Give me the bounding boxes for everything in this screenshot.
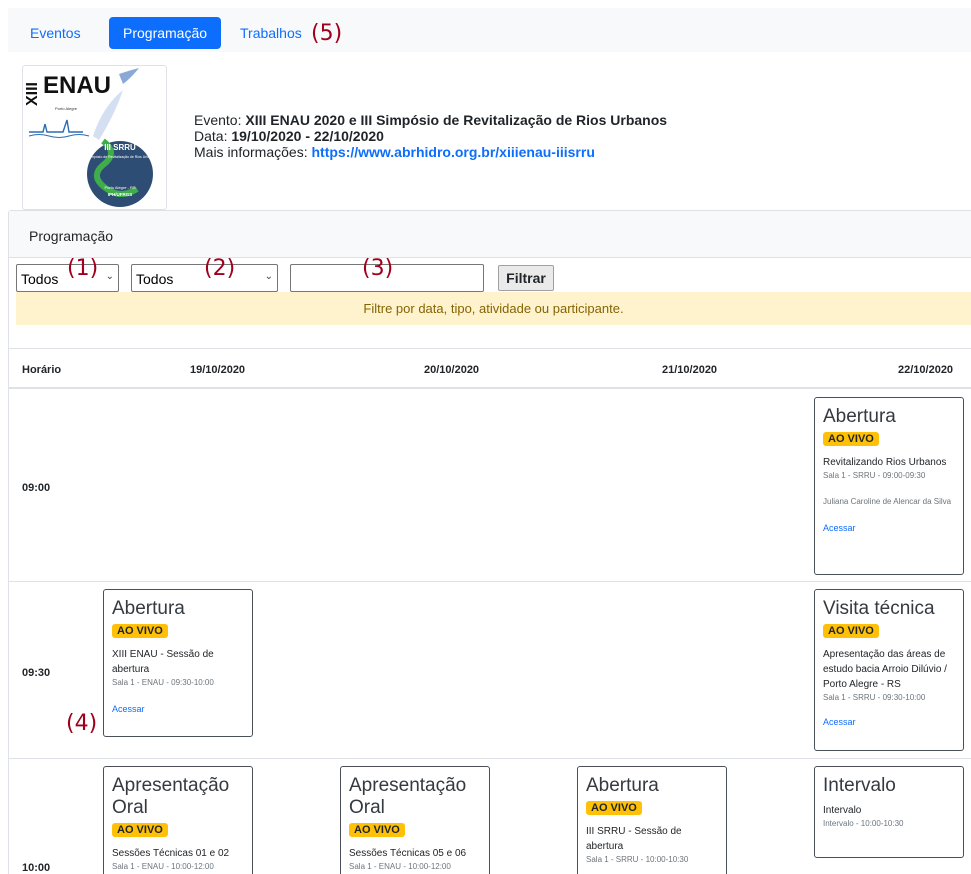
annotation-5: (5) [311,21,343,46]
live-badge: AO VIVO [823,624,879,638]
event-card-title: Apresentação Oral [349,775,467,818]
programacao-title: Programação [29,228,114,244]
time-slot-0900: 09:00 [22,482,51,494]
event-card-title: Abertura [586,775,659,796]
event-card-participant: Juliana Caroline de Alencar da Silva [823,497,952,506]
event-card-activity: Sessões Técnicas 05 e 06 [349,848,467,859]
annotation-1: (1) [67,256,99,281]
event-card: Abertura AO VIVO XIII ENAU - Sessão de a… [103,589,253,737]
table-top-divider [8,348,971,349]
logo-badge-sub: III Simpósio de Revitalização de Rios Ur… [84,155,156,159]
access-link[interactable]: Acessar [823,523,955,533]
row-divider [8,758,971,759]
access-link[interactable]: Acessar [112,704,244,714]
live-badge: AO VIVO [823,432,879,446]
event-card-title: Apresentação Oral [112,775,230,818]
tab-trabalhos[interactable]: Trabalhos [240,17,302,49]
tab-eventos[interactable]: Eventos [30,17,81,49]
event-card-activity: III SRRU - Sessão de abertura [586,826,682,852]
event-name: XIII ENAU 2020 e III Simpósio de Revital… [245,112,668,128]
event-card-meta: Sala 1 - SRRU - 09:00-09:30 [823,471,926,480]
event-card-meta: Sala 1 - SRRU - 09:30-10:00 [823,693,926,702]
top-nav: Eventos Programação Trabalhos [8,8,971,52]
event-card: Visita técnica AO VIVO Apresentação das … [814,589,964,751]
tab-programacao[interactable]: Programação [109,17,222,49]
annotation-2: (2) [204,256,236,281]
live-badge: AO VIVO [349,823,405,837]
event-card-title: Visita técnica [823,598,935,619]
event-card-meta: Sala 1 - ENAU - 10:00-12:00 [349,862,451,871]
event-date: 19/10/2020 - 22/10/2020 [231,128,384,144]
logo-city: Porto Alegre [55,106,78,111]
logo-main: ENAU [43,72,111,99]
date-filter-value: Todos [21,271,59,287]
table-header-divider [8,387,971,389]
event-name-label: Evento: [194,112,242,128]
event-logo: XIII ENAU Porto Alegre III SRRU III Simp… [22,65,167,210]
event-card: Apresentação Oral AO VIVO Sessões Técnic… [340,766,490,874]
logo-inst: IPH/UFRGS [108,192,133,197]
event-date-label: Data: [194,128,228,144]
live-badge: AO VIVO [112,624,168,638]
event-info-link[interactable]: https://www.abrhidro.org.br/xiiienau-iii… [311,144,594,160]
event-card-title: Abertura [823,406,896,427]
col-header-day4: 22/10/2020 [898,364,954,376]
filter-button[interactable]: Filtrar [498,265,554,291]
col-header-day3: 21/10/2020 [662,364,718,376]
enau-logo-graphic: XIII ENAU Porto Alegre III SRRU III Simp… [24,68,156,207]
event-date-row: Data: 19/10/2020 - 22/10/2020 [194,128,667,144]
event-name-row: Evento: XIII ENAU 2020 e III Simpósio de… [194,112,667,128]
col-header-time: Horário [22,364,62,376]
event-info-row: Mais informações: https://www.abrhidro.o… [194,144,667,160]
event-info: Evento: XIII ENAU 2020 e III Simpósio de… [194,112,667,160]
event-card-activity: Apresentação das áreas de estudo bacia A… [823,649,947,690]
annotation-3: (3) [362,256,394,281]
event-card-activity: Intervalo [823,805,862,816]
type-filter-value: Todos [136,271,174,287]
event-card-meta: Sala 1 - ENAU - 09:30-10:00 [112,678,214,687]
logo-place: Porto Alegre - RS [104,185,135,190]
event-info-label: Mais informações: [194,144,308,160]
event-card-meta: Sala 1 - SRRU - 10:00-10:30 [586,855,689,864]
programacao-card-header: Programação [9,211,971,258]
event-card: Abertura AO VIVO Revitalizando Rios Urba… [814,397,964,575]
col-header-day1: 19/10/2020 [190,364,246,376]
event-card: Intervalo Intervalo Intervalo - 10:00-10… [814,766,964,858]
time-slot-0930: 09:30 [22,667,51,679]
event-card-meta: Sala 1 - ENAU - 10:00-12:00 [112,862,214,871]
row-divider [8,581,971,582]
event-card: Apresentação Oral AO VIVO Sessões Técnic… [103,766,253,874]
col-header-day2: 20/10/2020 [424,364,480,376]
chevron-down-icon: ⌄ [105,271,114,282]
access-link[interactable]: Acessar [823,717,955,727]
time-slot-1000: 10:00 [22,862,51,874]
event-card-activity: XIII ENAU - Sessão de abertura [112,649,214,675]
event-card-title: Intervalo [823,775,896,796]
event-card-meta: Intervalo - 10:00-10:30 [823,819,904,828]
logo-roman: XIII [24,82,41,106]
live-badge: AO VIVO [586,801,642,815]
event-card-title: Abertura [112,598,185,619]
annotation-4: (4) [66,711,98,736]
filter-hint: Filtre por data, tipo, atividade ou part… [16,292,971,325]
chevron-down-icon: ⌄ [264,271,273,282]
logo-badge: III SRRU [104,143,136,152]
event-card: Abertura AO VIVO III SRRU - Sessão de ab… [577,766,727,874]
live-badge: AO VIVO [112,823,168,837]
event-card-activity: Revitalizando Rios Urbanos [823,457,947,468]
event-card-activity: Sessões Técnicas 01 e 02 [112,848,230,859]
